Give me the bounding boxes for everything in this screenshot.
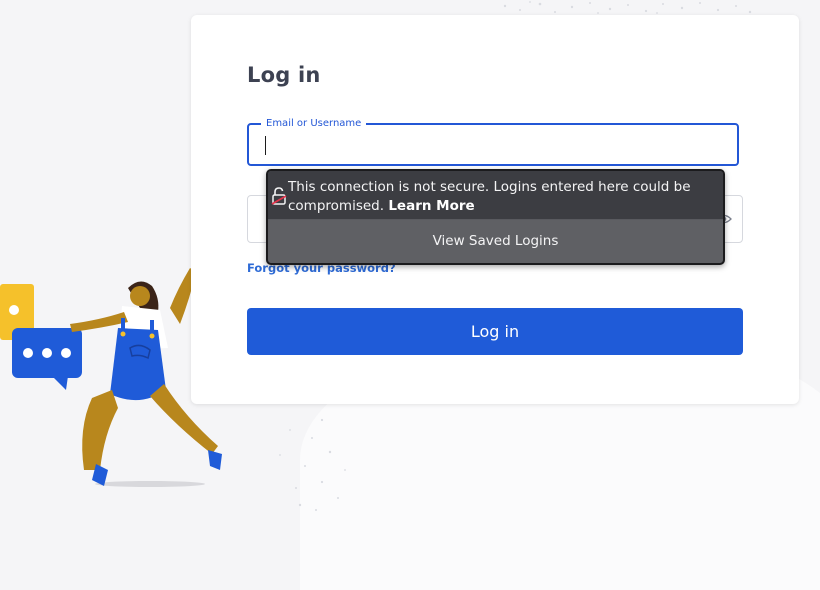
insecure-warning-text: This connection is not secure. Logins en…	[288, 178, 718, 216]
email-field-label: Email or Username	[261, 117, 367, 131]
login-button[interactable]: Log in	[247, 308, 743, 355]
view-saved-logins-button[interactable]: View Saved Logins	[268, 220, 723, 262]
page-title: Log in	[247, 63, 321, 87]
text-caret	[265, 136, 266, 155]
learn-more-link[interactable]: Learn More	[388, 198, 474, 214]
insecure-login-popup: This connection is not secure. Logins en…	[266, 169, 725, 265]
insecure-warning-section: This connection is not secure. Logins en…	[268, 171, 723, 220]
broken-lock-icon	[271, 187, 287, 205]
insecure-warning-message: This connection is not secure. Logins en…	[288, 179, 691, 214]
chat-bubble-icon	[12, 328, 82, 390]
email-field[interactable]: Email or Username	[247, 117, 739, 166]
